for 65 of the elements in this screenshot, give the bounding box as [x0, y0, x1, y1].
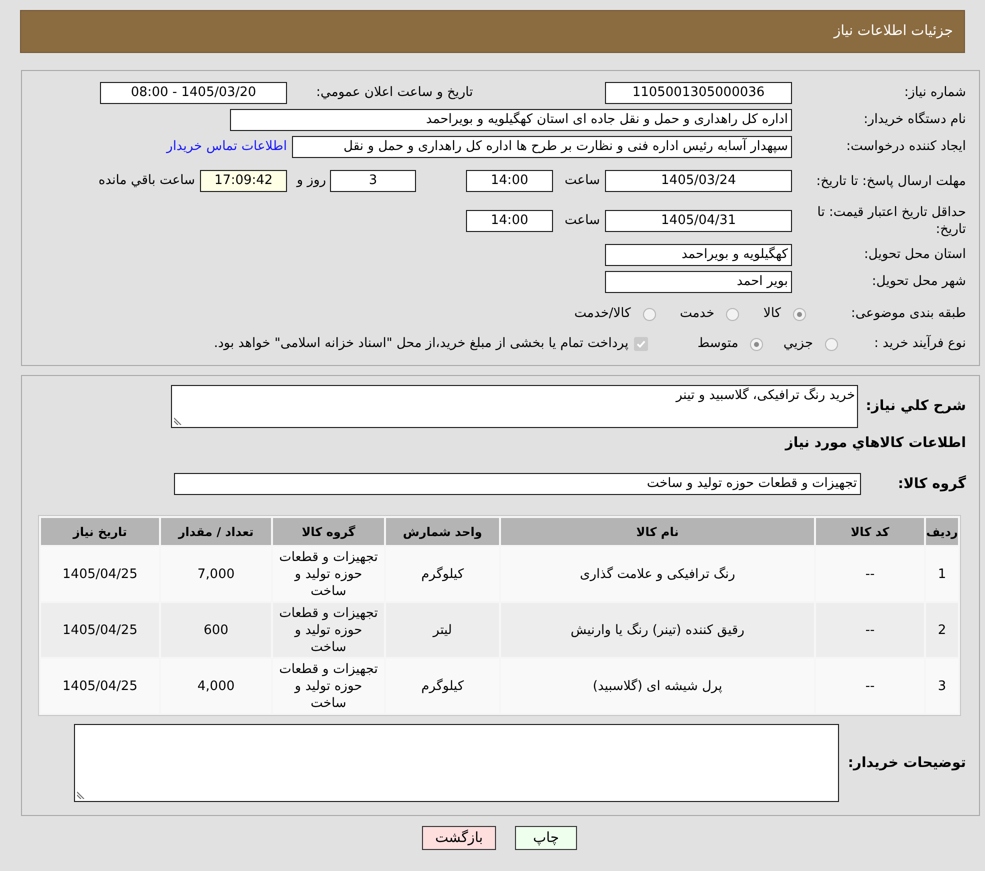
- radio-button[interactable]: [726, 308, 740, 320]
- deadline-date-field[interactable]: 1405/03/24: [605, 170, 792, 192]
- field-label: گروه کالا:: [898, 476, 966, 492]
- checkbox[interactable]: [634, 337, 648, 351]
- radio-button[interactable]: [642, 308, 656, 320]
- print-button[interactable]: چاپ: [515, 826, 577, 850]
- field-label: روز و: [296, 173, 326, 188]
- checkbox-label: پرداخت تمام یا بخشی از مبلغ خرید،از محل "اسناد خزانه اسلامی" خواهد بود.: [214, 335, 628, 354]
- delivery-province-field[interactable]: کهگیلویه و بویراحمد: [605, 244, 792, 266]
- column-header: گروه کالا: [273, 518, 384, 545]
- description-field[interactable]: خرید رنگ ترافیکی، گلاسبید و تینر: [171, 385, 858, 428]
- section-title: اطلاعات کالاهاي مورد نياز: [785, 434, 966, 452]
- delivery-city-field[interactable]: بویر احمد: [605, 271, 792, 293]
- field-label: شرح کلي نياز:: [866, 398, 966, 414]
- table-cell: 2: [926, 603, 958, 657]
- field-label: ساعت: [564, 173, 600, 188]
- need-number-field[interactable]: 1105001305000036: [605, 82, 792, 104]
- column-header: کد کالا: [816, 518, 924, 545]
- column-header: واحد شمارش: [386, 518, 499, 545]
- goods-group-field[interactable]: تجهیزات و قطعات حوزه تولید و ساخت: [174, 473, 861, 495]
- field-label: حداقل تاریخ اعتبار قیمت: تا تاریخ:: [817, 205, 966, 237]
- radio-button[interactable]: [825, 338, 838, 350]
- announcement-date-field[interactable]: 1405/03/20 - 08:00: [100, 82, 287, 104]
- field-label: شهر محل تحویل:: [872, 274, 966, 290]
- radio-button[interactable]: [793, 308, 806, 320]
- radio-label: جزيي: [783, 335, 813, 354]
- requester-field[interactable]: سپهدار آسابه رئیس اداره فنی و نظارت بر طرح ها اداره کل راهداری و حمل و نقل: [292, 136, 792, 158]
- resize-grip-icon[interactable]: [174, 417, 182, 425]
- radio-label: متوسط: [697, 335, 738, 354]
- resize-grip-icon[interactable]: [77, 791, 85, 799]
- days-remaining-field[interactable]: 3: [330, 170, 416, 192]
- radio-label: کالا: [763, 305, 781, 324]
- price-validity-date-field[interactable]: 1405/04/31: [605, 210, 792, 232]
- buyer-organization-field[interactable]: اداره کل راهداری و حمل و نقل جاده ای استان کهگیلویه و بویراحمد: [230, 109, 792, 131]
- radio-button[interactable]: [750, 338, 764, 350]
- time-remaining-field[interactable]: 17:09:42: [200, 170, 287, 192]
- column-header: نام کالا: [501, 518, 814, 545]
- page-title: جزئیات اطلاعات نیاز: [834, 22, 953, 41]
- field-label: تاريخ و ساعت اعلان عمومي:: [316, 85, 473, 100]
- field-label: استان محل تحویل:: [864, 247, 966, 262]
- field-label: ایجاد کننده درخواست:: [846, 139, 966, 154]
- deadline-time-field[interactable]: 14:00: [466, 170, 553, 192]
- back-button[interactable]: بازگشت: [422, 826, 496, 850]
- buyer-contact-link[interactable]: اطلاعات تماس خریدار: [166, 137, 287, 157]
- table-cell: 600: [161, 603, 271, 657]
- table-cell: لیتر: [386, 603, 499, 657]
- field-label: طبقه بندی موضوعی:: [850, 306, 966, 322]
- column-header: تاریخ نیاز: [41, 518, 159, 545]
- table-cell: 1405/04/25: [41, 603, 159, 657]
- field-label: نوع فرآیند خرید :: [874, 336, 966, 352]
- radio-label: خدمت: [680, 305, 714, 324]
- radio-label: کالا/خدمت: [574, 305, 631, 324]
- column-header: تعداد / مقدار: [161, 518, 271, 545]
- table-cell: رقیق کننده (تینر) رنگ یا وارنیش: [501, 603, 814, 657]
- field-label: مهلت ارسال پاسخ: تا تاریخ:: [816, 174, 966, 188]
- buyer-notes-field[interactable]: [74, 724, 839, 802]
- column-header: ردیف: [926, 518, 958, 545]
- table-cell: --: [816, 603, 924, 657]
- table-cell: تجهیزات و قطعات حوزه تولید و ساخت: [273, 603, 384, 657]
- field-label: ساعت باقي مانده: [98, 173, 195, 188]
- field-label: توضیحات خریدار:: [848, 754, 966, 770]
- field-label: نام دستگاه خریدار:: [864, 112, 966, 128]
- field-label: ساعت: [564, 213, 600, 228]
- price-validity-time-field[interactable]: 14:00: [466, 210, 553, 232]
- field-label: شماره نیاز:: [904, 85, 966, 100]
